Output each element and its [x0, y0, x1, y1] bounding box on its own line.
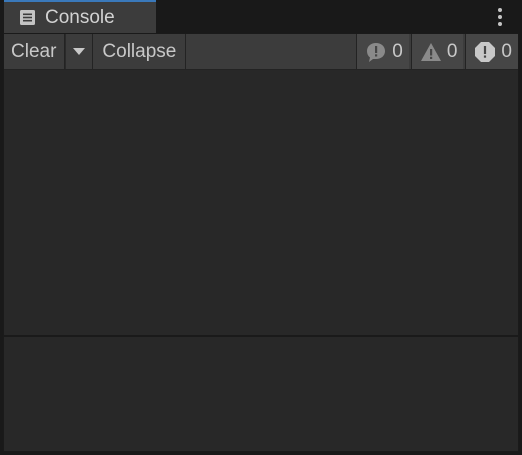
console-list-icon — [18, 9, 36, 27]
collapse-label: Collapse — [102, 40, 177, 62]
error-count: 0 — [501, 40, 512, 62]
warning-filter-toggle[interactable]: 0 — [410, 34, 464, 69]
clear-button-label: Clear — [11, 40, 57, 62]
log-detail-pane[interactable] — [4, 337, 518, 451]
info-bubble-icon — [365, 41, 387, 63]
log-list[interactable] — [4, 70, 518, 335]
triangle-down-icon — [73, 48, 86, 55]
tab-console-label: Console — [45, 7, 115, 28]
tab-console[interactable]: Console — [4, 0, 156, 33]
console-panel: Clear Collapse 0 0 0 — [3, 33, 519, 452]
clear-button[interactable]: Clear — [4, 34, 66, 69]
window-tab-bar: Console — [0, 0, 522, 33]
error-octagon-icon — [474, 41, 496, 63]
info-filter-toggle[interactable]: 0 — [356, 34, 409, 69]
kebab-menu-icon[interactable] — [492, 6, 508, 28]
error-filter-toggle[interactable]: 0 — [465, 34, 518, 69]
collapse-toggle[interactable]: Collapse — [93, 34, 187, 69]
console-toolbar: Clear Collapse 0 0 0 — [4, 34, 518, 70]
warning-count: 0 — [446, 40, 458, 62]
clear-options-dropdown[interactable] — [65, 34, 94, 69]
warning-triangle-icon — [420, 41, 442, 63]
info-count: 0 — [392, 40, 403, 62]
